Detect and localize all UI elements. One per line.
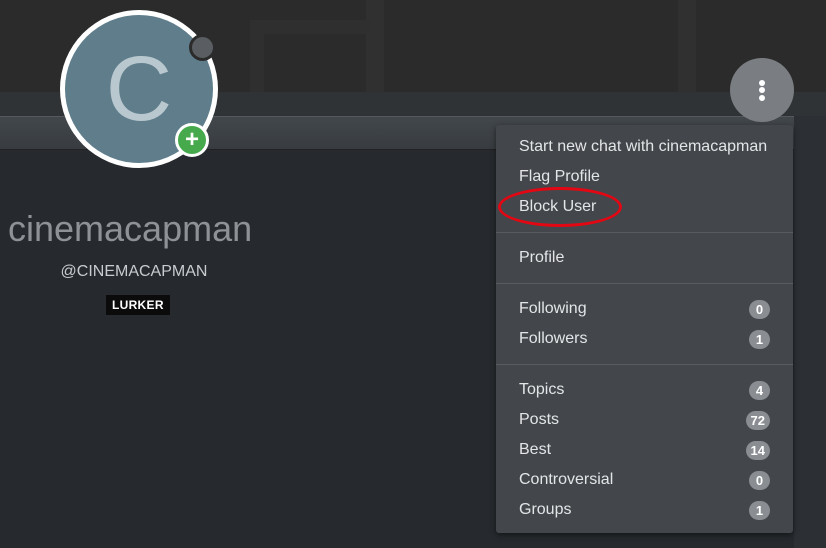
count-badge: 4	[749, 380, 770, 400]
menu-item-label: Start new chat with cinemacapman	[519, 138, 768, 155]
menu-item-profile[interactable]: Profile	[496, 243, 793, 273]
menu-section-content: Topics 4 Posts 72 Best 14 Controversial 0 Groups…	[496, 375, 793, 525]
menu-item-posts[interactable]: Posts 72	[496, 405, 793, 435]
cover-decoration-2	[250, 20, 370, 92]
menu-item-best[interactable]: Best 14	[496, 435, 793, 465]
profile-menu-button[interactable]	[730, 58, 794, 122]
status-dot-icon	[189, 34, 216, 61]
menu-item-topics[interactable]: Topics 4	[496, 375, 793, 405]
menu-item-label: Block User	[519, 198, 597, 215]
plus-icon[interactable]: +	[175, 123, 209, 157]
profile-dropdown-menu: Start new chat with cinemacapman Flag Pro…	[496, 125, 793, 533]
menu-item-label: Topics	[519, 381, 565, 398]
cover-decoration	[366, 0, 696, 92]
count-badge: 72	[745, 410, 770, 430]
menu-item-label: Posts	[519, 411, 560, 428]
menu-section-actions: Start new chat with cinemacapman Flag Pro…	[496, 132, 793, 222]
menu-section-social: Following 0 Followers 1	[496, 294, 793, 354]
menu-item-block-user[interactable]: Block User	[496, 192, 793, 222]
count-badge: 1	[749, 329, 770, 349]
count-badge: 0	[749, 299, 770, 319]
menu-item-label: Controversial	[519, 471, 614, 488]
menu-item-label: Flag Profile	[519, 168, 600, 185]
menu-item-controversial[interactable]: Controversial 0	[496, 465, 793, 495]
menu-item-start-chat[interactable]: Start new chat with cinemacapman	[496, 132, 793, 162]
menu-divider	[496, 232, 793, 233]
count-badge: 14	[745, 440, 770, 460]
menu-item-label: Following	[519, 300, 587, 317]
menu-divider	[496, 364, 793, 365]
menu-item-label: Profile	[519, 249, 565, 266]
menu-item-followers[interactable]: Followers 1	[496, 324, 793, 354]
menu-item-label: Followers	[519, 330, 588, 347]
menu-divider	[496, 283, 793, 284]
count-badge: 0	[749, 470, 770, 490]
menu-item-label: Best	[519, 441, 552, 458]
menu-item-groups[interactable]: Groups 1	[496, 495, 793, 525]
rank-badge: LURKER	[106, 295, 170, 315]
profile-handle: @CINEMACAPMAN	[60, 263, 208, 280]
count-badge: 1	[749, 500, 770, 520]
menu-item-following[interactable]: Following 0	[496, 294, 793, 324]
menu-item-flag-profile[interactable]: Flag Profile	[496, 162, 793, 192]
profile-username: cinemacapman	[8, 208, 253, 249]
menu-item-label: Groups	[519, 501, 572, 518]
page-edge	[794, 116, 826, 548]
vertical-ellipsis-icon	[759, 78, 765, 102]
